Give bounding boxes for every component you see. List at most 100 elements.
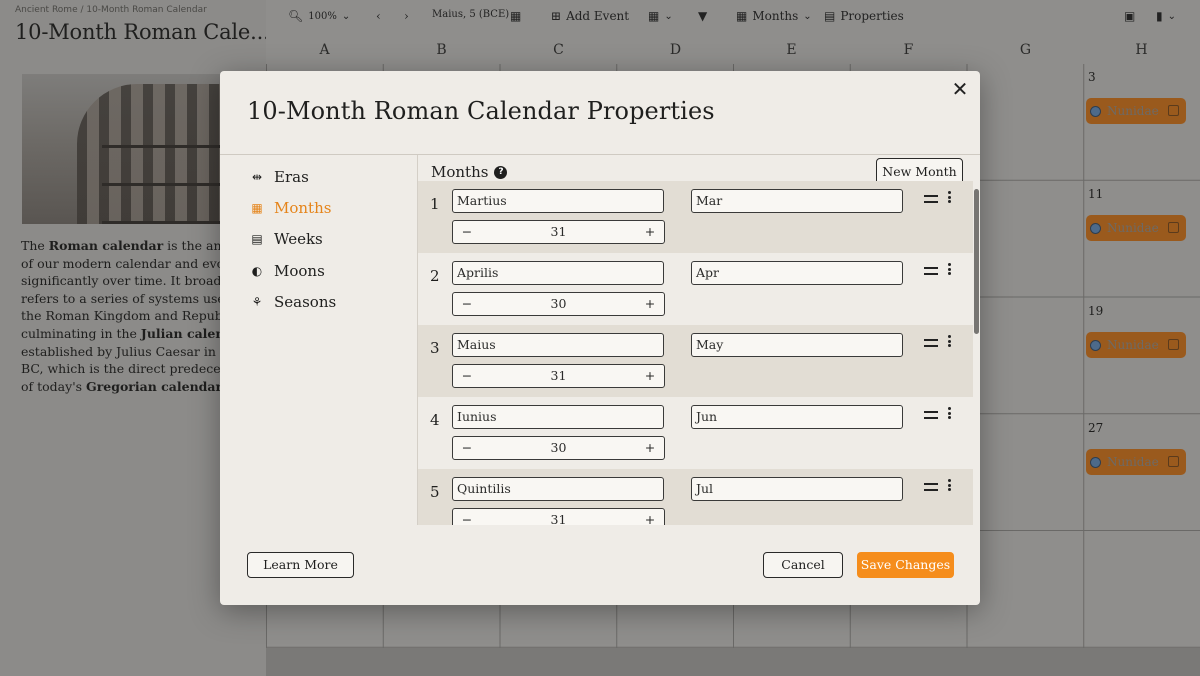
search-doc-icon: ▣ [1124, 9, 1136, 23]
nav-item-seasons[interactable]: ⚘ Seasons [250, 286, 337, 317]
search-doc-button[interactable]: ▣ [1124, 9, 1135, 23]
column-header: E [786, 42, 797, 58]
more-vertical-icon[interactable] [948, 335, 952, 349]
week-icon: ▤ [251, 232, 263, 247]
prev-button[interactable]: ‹ [376, 9, 381, 23]
days-value: 30 [550, 440, 567, 455]
day-number: 27 [1088, 421, 1104, 435]
month-abbr-field[interactable]: Apr [691, 261, 903, 285]
current-date[interactable]: Maius, 5 (BCE) [432, 9, 509, 20]
next-button[interactable]: › [404, 9, 409, 23]
drag-handle-icon[interactable] [924, 411, 938, 419]
cancel-button[interactable]: Cancel [763, 552, 843, 578]
column-header: G [1019, 42, 1032, 58]
month-name-field[interactable]: Maius [452, 333, 664, 357]
month-index: 2 [430, 267, 440, 285]
moon-icon: ◐ [251, 263, 263, 278]
colosseum-image [22, 74, 222, 224]
month-row: 5 Quintilis Jul − 31 + [418, 469, 973, 525]
horizontal-scrollbar[interactable] [266, 648, 1200, 676]
event-color-dot [1090, 456, 1101, 468]
chevron-down-icon: ⌄ [341, 10, 351, 22]
day-number: 11 [1088, 187, 1104, 201]
add-event-button[interactable]: ⊞ Add Event [551, 9, 629, 23]
months-section-header: Months ? [431, 163, 508, 181]
event-chip[interactable]: Nunidae [1086, 215, 1186, 241]
days-stepper[interactable]: − 31 + [452, 508, 665, 525]
drag-handle-icon[interactable] [924, 483, 938, 491]
nav-item-months[interactable]: ▦ Months [250, 192, 336, 223]
help-icon[interactable]: ? [494, 165, 508, 179]
chevron-down-icon: ⌄ [1167, 10, 1176, 22]
column-header: D [669, 42, 682, 58]
month-name-field[interactable]: Martius [452, 189, 664, 213]
learn-more-button[interactable]: Learn More [247, 552, 354, 578]
column-header: A [319, 42, 330, 58]
properties-dialog: 10-Month Roman Calendar Properties ✕ ⇹ E… [220, 71, 980, 605]
nav-item-label: Months [274, 198, 332, 217]
save-changes-button[interactable]: Save Changes [857, 552, 954, 578]
chevron-right-icon: › [404, 9, 409, 23]
file-menu[interactable]: ▮ ⌄ [1156, 9, 1176, 23]
plus-icon[interactable]: + [644, 509, 656, 525]
chevron-down-icon: ⌄ [664, 10, 673, 22]
event-color-dot [1090, 105, 1101, 117]
event-chip[interactable]: Nunidae [1086, 98, 1186, 124]
filter-button[interactable]: ▼ [698, 9, 707, 23]
drag-handle-icon[interactable] [924, 267, 938, 275]
view-dropdown[interactable]: ▦ Months ⌄ [736, 9, 812, 23]
calendar-today-button[interactable]: ▦ [510, 9, 521, 23]
month-abbr-field[interactable]: Jul [691, 477, 903, 501]
month-abbr-field[interactable]: May [691, 333, 903, 357]
more-vertical-icon[interactable] [948, 191, 952, 205]
image-arch-rows [102, 134, 222, 224]
plus-icon[interactable]: + [644, 221, 656, 243]
breadcrumb[interactable]: Ancient Rome / 10-Month Roman Calendar [15, 5, 207, 15]
month-abbr-field[interactable]: Mar [691, 189, 903, 213]
days-stepper[interactable]: − 30 + [452, 292, 665, 316]
months-list[interactable]: 1 Martius Mar − 31 + 2 Aprilis Apr − 30 … [418, 181, 973, 525]
column-header: C [553, 42, 564, 58]
more-vertical-icon[interactable] [948, 479, 952, 493]
calendar-icon: ▦ [736, 9, 748, 23]
days-stepper[interactable]: − 31 + [452, 220, 665, 244]
nav-item-eras[interactable]: ⇹ Eras [250, 161, 336, 192]
article-link-gregorian-calendar[interactable]: Gregorian calendar [86, 379, 222, 394]
month-row: 1 Martius Mar − 31 + [418, 181, 973, 253]
month-name-field[interactable]: Quintilis [452, 477, 664, 501]
plus-icon[interactable]: + [644, 293, 656, 315]
calendar-icon [1168, 222, 1179, 233]
month-abbr-field[interactable]: Jun [691, 405, 903, 429]
dialog-title: 10-Month Roman Calendar Properties [247, 97, 715, 125]
month-name-field[interactable]: Aprilis [452, 261, 664, 285]
section-title: Months [431, 163, 489, 181]
event-chip[interactable]: Nunidae [1086, 332, 1186, 358]
calendar-view-dropdown[interactable]: ▦ ⌄ [648, 9, 673, 23]
view-label: Months [752, 9, 799, 23]
drag-handle-icon[interactable] [924, 195, 938, 203]
nav-item-weeks[interactable]: ▤ Weeks [250, 224, 336, 255]
nav-item-moons[interactable]: ◐ Moons [250, 255, 336, 286]
drag-handle-icon[interactable] [924, 339, 938, 347]
month-name-field[interactable]: Iunius [452, 405, 664, 429]
more-vertical-icon[interactable] [948, 407, 952, 421]
days-stepper[interactable]: − 31 + [452, 364, 665, 388]
plus-icon[interactable]: + [644, 437, 656, 459]
days-value: 31 [550, 368, 567, 383]
month-index: 5 [430, 483, 440, 501]
event-chip[interactable]: Nunidae [1086, 449, 1186, 475]
close-icon[interactable]: ✕ [950, 79, 970, 99]
seasons-icon: ⚘ [251, 294, 263, 309]
months-scrollbar[interactable] [974, 189, 979, 334]
more-vertical-icon[interactable] [948, 263, 952, 277]
days-value: 30 [550, 296, 567, 311]
plus-icon[interactable]: + [644, 365, 656, 387]
days-stepper[interactable]: − 30 + [452, 436, 665, 460]
column-header: H [1135, 42, 1148, 58]
event-color-dot [1090, 339, 1101, 351]
zoom-control[interactable]: 🔍︎ 100% ⌄ [288, 9, 350, 23]
month-row: 4 Iunius Jun − 30 + [418, 397, 973, 469]
properties-button[interactable]: ▤ Properties [824, 9, 904, 23]
month-index: 3 [430, 339, 440, 357]
article-link-roman-calendar[interactable]: Roman calendar [49, 238, 163, 253]
